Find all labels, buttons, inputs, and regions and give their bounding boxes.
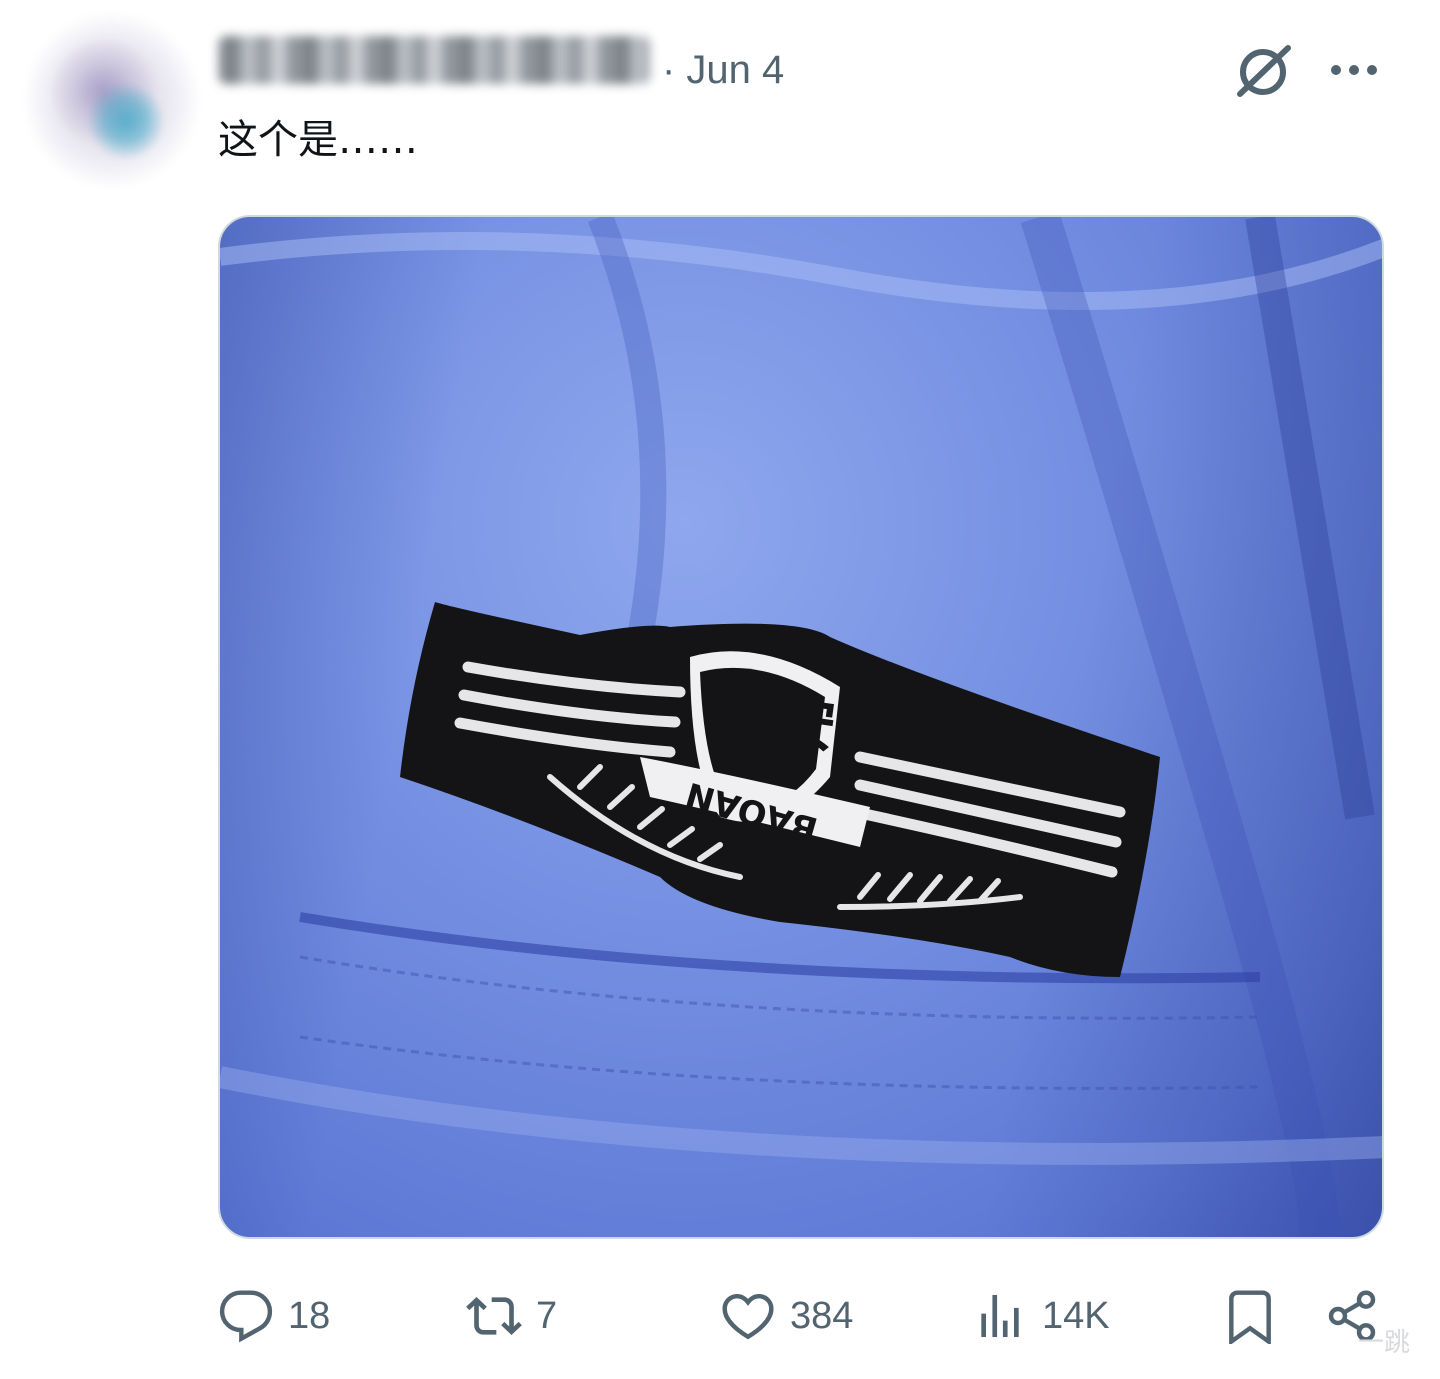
view-count: 14K (1042, 1294, 1110, 1337)
tweet-image[interactable]: 保安 BAOAN (218, 215, 1384, 1239)
retweet-icon (466, 1297, 522, 1335)
bookmark-icon (1229, 1290, 1271, 1344)
watermark-text: 一跳 (1358, 1328, 1411, 1358)
like-count: 384 (790, 1294, 854, 1337)
avatar[interactable] (24, 12, 200, 188)
tweet-actions: 18 7 384 14K (0, 1276, 1440, 1356)
bar-chart-icon (981, 1295, 1019, 1337)
security-badge (400, 602, 1160, 977)
more-icon[interactable] (1326, 52, 1382, 88)
retweet-button[interactable]: 7 (466, 1276, 557, 1356)
retweet-count: 7 (536, 1294, 558, 1337)
uniform-photo: 保安 BAOAN (220, 217, 1382, 1237)
heart-icon (722, 1293, 774, 1340)
bookmark-button[interactable] (1222, 1276, 1278, 1356)
speech-bubble-icon (219, 1290, 273, 1343)
tweet-card[interactable]: · Jun 4 这个是…… 保安 BAOAN 18 7 384 14K 一跳 (0, 0, 1440, 1379)
views-button[interactable]: 14K (972, 1276, 1110, 1356)
tweet-text: 这个是…… (218, 117, 418, 163)
reply-count: 18 (288, 1294, 331, 1337)
grok-icon[interactable] (1230, 40, 1300, 100)
tweet-date[interactable]: · Jun 4 (662, 44, 784, 96)
reply-button[interactable]: 18 (218, 1276, 330, 1356)
like-button[interactable]: 384 (720, 1276, 853, 1356)
username-redacted[interactable] (218, 36, 650, 84)
